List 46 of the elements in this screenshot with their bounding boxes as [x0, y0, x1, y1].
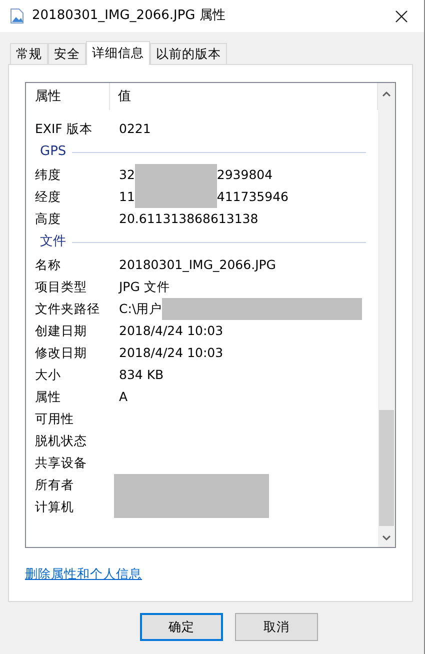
property-name: 修改日期	[34, 344, 88, 362]
property-name: 名称	[34, 256, 62, 274]
tab[interactable]: 常规	[10, 43, 48, 64]
property-value: A	[119, 388, 128, 406]
property-value: 2018/4/24 10:03	[119, 344, 224, 362]
property-name: 经度	[34, 188, 62, 206]
window-title: 20180301_IMG_2066.JPG 属性	[32, 7, 226, 26]
property-value: 20.611313868613138	[119, 210, 258, 228]
dialog-button[interactable]: 确定	[140, 613, 223, 641]
property-name: 大小	[34, 366, 62, 384]
scroll-up-icon	[382, 91, 391, 97]
property-name: 创建日期	[34, 322, 88, 340]
property-name: 属性	[34, 388, 62, 406]
property-value: C:\用户	[119, 300, 162, 318]
property-value: 20180301_IMG_2066.JPG	[119, 256, 276, 274]
property-value: 11	[119, 188, 135, 206]
image-file-icon	[10, 8, 24, 24]
property-name: 计算机	[34, 498, 75, 516]
property-name: 文件夹路径	[34, 300, 101, 318]
tab[interactable]: 安全	[48, 43, 86, 64]
property-value: 2018/4/24 10:03	[119, 322, 224, 340]
scroll-thumb[interactable]	[379, 410, 394, 526]
property-name: 所有者	[34, 476, 75, 494]
scrollbar[interactable]	[378, 83, 395, 547]
column-header[interactable]: 属性	[26, 83, 110, 110]
property-value: 32	[119, 166, 135, 184]
group-header: GPS	[40, 143, 66, 162]
close-icon	[394, 10, 408, 22]
property-value: 2939804	[216, 166, 273, 184]
scroll-down-icon	[382, 535, 391, 541]
property-value: 0221	[119, 120, 151, 138]
tab[interactable]: 以前的版本	[150, 43, 227, 64]
group-header: 文件	[40, 233, 66, 252]
property-name: 脱机状态	[34, 432, 88, 450]
property-name: 项目类型	[34, 278, 88, 296]
property-name: 高度	[34, 210, 62, 228]
property-name: 可用性	[34, 410, 75, 428]
tab[interactable]: 详细信息	[86, 41, 150, 65]
property-value: JPG 文件	[119, 278, 170, 296]
property-name: EXIF 版本	[34, 120, 94, 138]
property-name: 纬度	[34, 166, 62, 184]
dialog-button[interactable]: 取消	[235, 613, 318, 641]
property-value: 834 KB	[119, 366, 164, 384]
property-name: 共享设备	[34, 454, 88, 472]
remove-properties-link[interactable]: 删除属性和个人信息	[25, 565, 142, 584]
property-value: 411735946	[216, 188, 288, 206]
